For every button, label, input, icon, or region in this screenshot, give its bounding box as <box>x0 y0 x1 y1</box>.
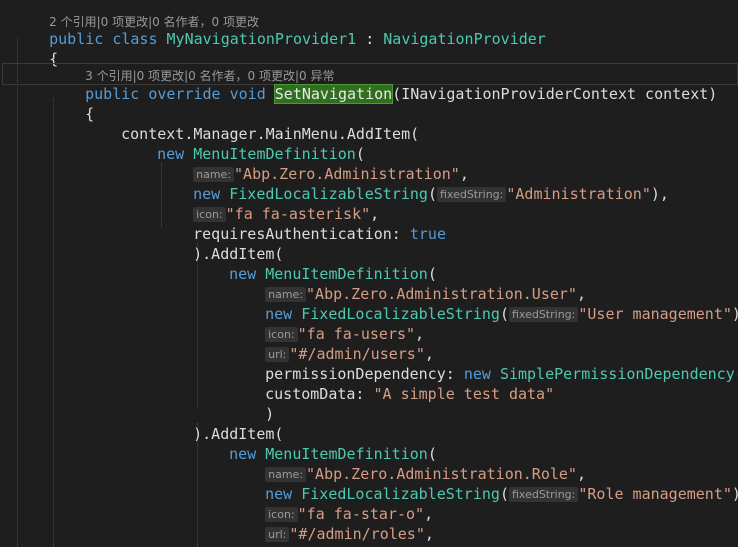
code-editor[interactable]: 2 个引用|0 项更改|0 名作者，0 项更改 public class MyN… <box>0 0 738 547</box>
code-line-arg: name: "Abp.Zero.Administration.Role", <box>229 444 738 483</box>
code-line-arg: url: "#/admin/users", <box>229 324 738 363</box>
code-line-arg: requiresAuthentication: true <box>157 204 738 243</box>
code-line-additem: context.Manager.MainMenu.AddItem( <box>85 104 738 143</box>
code-line-arg: icon: "fa fa-asterisk", <box>157 184 738 223</box>
code-line-arg: customData: "A simple test data" <box>229 364 738 403</box>
code-line-new-menu: new MenuItemDefinition( <box>121 124 738 163</box>
code-line-arg: new FixedLocalizableString(fixedString: "… <box>229 464 738 503</box>
codelens-method[interactable]: 3 个引用|0 项更改|0 名作者，0 项更改|0 异常 <box>49 45 738 83</box>
code-line-class-declaration: public class MyNavigationProvider1 : Nav… <box>13 9 738 48</box>
code-line-arg: new FixedLocalizableString(fixedString: "… <box>229 284 738 323</box>
code-line-arg: icon: "fa fa-star-o", <box>229 484 738 523</box>
code-line-new-menu: new MenuItemDefinition( <box>193 424 738 463</box>
code-line-close: ) <box>229 384 738 423</box>
code-line-arg: name: "Abp.Zero.Administration.User", <box>229 264 738 303</box>
code-line-arg: new FixedLocalizableString(fixedString: "… <box>157 164 738 203</box>
indent-guide <box>17 38 18 547</box>
code-line-brace: { <box>49 84 738 123</box>
code-line-additem: ).AddItem( <box>157 404 738 443</box>
code-line-additem: ).AddItem( <box>157 224 738 263</box>
code-line-arg: name: "Abp.Zero.Administration", <box>157 144 738 183</box>
indent-guide <box>53 98 54 547</box>
code-line-arg: icon: "fa fa-users", <box>229 304 738 343</box>
code-line-new-menu: new MenuItemDefinition( <box>193 244 738 283</box>
code-line-arg: permissionDependency: new SimplePermissi… <box>229 344 738 383</box>
code-line-arg: url: "#/admin/roles", <box>229 504 738 543</box>
code-line-arg: permissionDependency: new SimplePermissi… <box>229 524 738 547</box>
code-line-method-signature: public override void SetNavigation(INavi… <box>2 63 738 104</box>
